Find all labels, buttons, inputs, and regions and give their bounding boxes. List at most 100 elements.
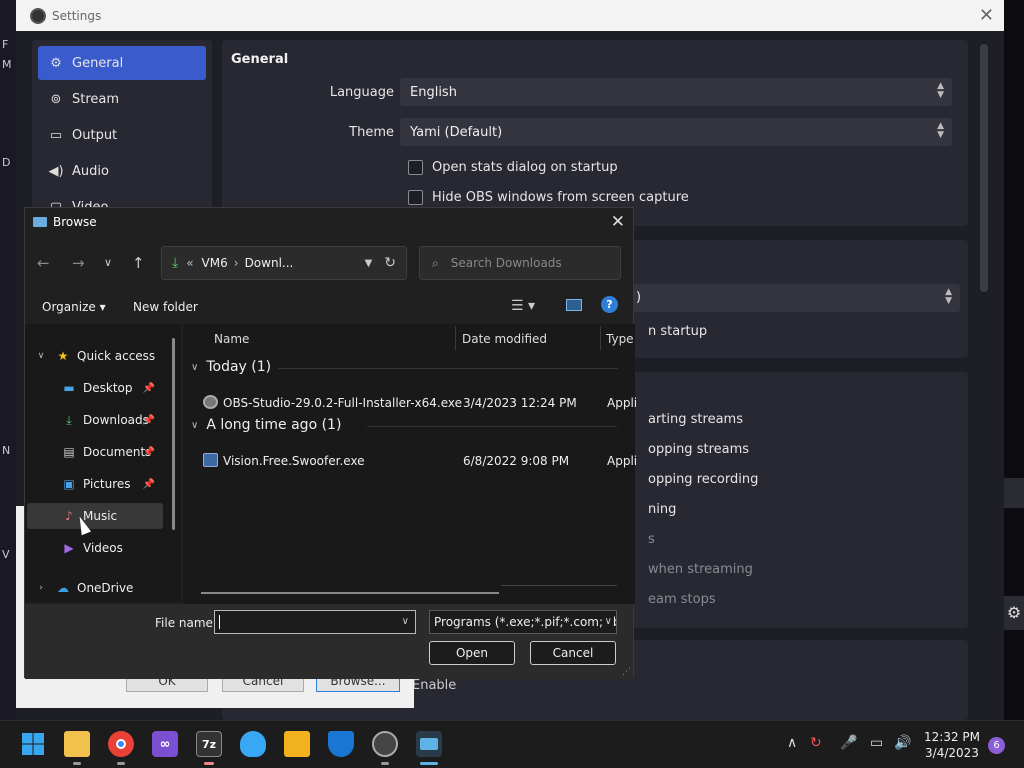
view-options-icon[interactable]: ☰ ▾ <box>511 298 535 314</box>
search-box[interactable]: ⌕ Search Downloads <box>419 246 621 280</box>
obs-icon[interactable] <box>372 731 398 757</box>
nav-item-label: Audio <box>72 163 109 179</box>
option-text[interactable]: opping recording <box>648 472 758 487</box>
browse-dialog-taskbar-icon[interactable] <box>416 731 442 757</box>
sync-icon[interactable]: ↻ <box>810 735 822 751</box>
help-icon[interactable]: ? <box>601 296 618 313</box>
back-arrow-icon[interactable]: ← <box>37 254 50 272</box>
address-segment-downloads[interactable]: Downl... <box>245 256 294 270</box>
desktop-right-edge: ⚙ <box>1004 0 1024 720</box>
recent-chevron-icon[interactable]: ∨ <box>104 256 112 269</box>
nav-item-output[interactable]: ▭ Output <box>38 118 206 152</box>
navigation-pane: ∨ ★ Quick access ▬ Desktop 📌 ⤓ Downloads… <box>25 324 181 602</box>
notification-badge[interactable]: 6 <box>988 737 1005 754</box>
exe-file-icon <box>203 453 218 467</box>
group-header-today[interactable]: ∨ Today (1) <box>191 359 271 375</box>
column-separator[interactable] <box>600 326 601 350</box>
spinner-arrows-icon: ▲ ▼ <box>945 287 952 306</box>
cloud-icon: ☁ <box>57 581 69 595</box>
panel2-text: n startup <box>648 324 708 339</box>
group-header-long-ago[interactable]: ∨ A long time ago (1) <box>191 417 341 433</box>
nav-item-label: Output <box>72 127 118 143</box>
nav-item-general[interactable]: ⚙ General <box>38 46 206 80</box>
running-indicator <box>117 762 125 765</box>
language-select[interactable]: English ▲ ▼ <box>400 78 952 106</box>
up-arrow-icon[interactable]: ↑ <box>132 254 145 272</box>
settings-scrollbar[interactable] <box>980 44 988 292</box>
chevron-down-icon[interactable]: ∨ <box>402 616 409 627</box>
microphone-icon[interactable]: 🎤 <box>840 735 857 751</box>
refresh-icon[interactable]: ↻ <box>384 255 396 271</box>
resize-grip-icon[interactable]: ⋰ <box>622 667 631 677</box>
enable-row[interactable]: Enable <box>412 678 456 693</box>
nav-item-audio[interactable]: ◀) Audio <box>38 154 206 188</box>
browse-toolbar: Organize ▾ New folder ☰ ▾ ? <box>25 294 633 320</box>
preview-pane-icon[interactable] <box>566 299 582 311</box>
cancel-button[interactable]: Cancel <box>530 641 616 665</box>
tree-pictures[interactable]: ▣ Pictures 📌 <box>25 471 163 497</box>
chevron-down-icon[interactable]: ▼ <box>365 258 373 269</box>
address-bar[interactable]: ⤓ « VM6 › Downl... ▼ ↻ <box>161 246 407 280</box>
address-segment-vm6[interactable]: VM6 <box>202 256 228 270</box>
tree-music[interactable]: ♪ Music <box>27 503 163 529</box>
chrome-icon[interactable] <box>108 731 134 757</box>
tree-videos[interactable]: ▶ Videos <box>25 535 163 561</box>
tree-scrollbar[interactable] <box>172 338 175 530</box>
network-icon[interactable]: ▭ <box>870 735 883 751</box>
file-explorer-icon[interactable] <box>64 731 90 757</box>
group-label: A long time ago (1) <box>206 417 342 433</box>
tree-downloads[interactable]: ⤓ Downloads 📌 <box>25 407 163 433</box>
new-folder-button[interactable]: New folder <box>133 300 198 314</box>
file-name-input[interactable]: ∨ <box>214 610 416 634</box>
start-button[interactable] <box>20 731 46 757</box>
hide-obs-checkbox[interactable] <box>408 190 423 205</box>
option-text[interactable]: ning <box>648 502 676 517</box>
spinner-arrows-icon: ▲ ▼ <box>937 121 944 140</box>
system-clock[interactable]: 12:32 PM 3/4/2023 <box>916 729 988 761</box>
volume-icon[interactable]: 🔊 <box>894 735 911 751</box>
window-icon <box>33 217 47 227</box>
visual-studio-icon[interactable]: ∞ <box>152 731 178 757</box>
download-icon: ⤓ <box>172 255 179 271</box>
tree-documents[interactable]: ▤ Documents 📌 <box>25 439 163 465</box>
horizontal-scrollbar[interactable] <box>201 592 499 594</box>
installer-file-icon <box>203 395 218 409</box>
chevron-up-icon[interactable]: ∧ <box>787 735 797 751</box>
defender-icon[interactable] <box>328 731 354 757</box>
file-row-obs-installer[interactable]: OBS-Studio-29.0.2-Full-Installer-x64.exe… <box>183 392 637 414</box>
group-divider <box>278 368 618 369</box>
speaker-icon: ◀) <box>48 163 64 179</box>
open-button[interactable]: Open <box>429 641 515 665</box>
column-type[interactable]: Type <box>606 332 634 346</box>
file-type-select[interactable]: Programs (*.exe;*.pif;*.com;*.ba ∨ <box>429 610 617 634</box>
tree-quick-access[interactable]: ∨ ★ Quick access <box>33 343 173 369</box>
nav-item-stream[interactable]: ⊚ Stream <box>38 82 206 116</box>
store-icon[interactable] <box>284 731 310 757</box>
theme-select[interactable]: Yami (Default) ▲ ▼ <box>400 118 952 146</box>
option-text[interactable]: opping streams <box>648 442 749 457</box>
organize-button[interactable]: Organize ▾ <box>42 300 106 314</box>
nav-item-label: Stream <box>72 91 120 107</box>
file-name-label: File name: <box>155 616 217 630</box>
desktop-letter: M <box>2 58 12 71</box>
option-text[interactable]: arting streams <box>648 412 743 427</box>
tips-icon[interactable] <box>240 731 266 757</box>
column-date-modified[interactable]: Date modified <box>462 332 547 346</box>
desktop-left-edge: F M D N V <box>0 0 16 720</box>
column-name[interactable]: Name <box>214 332 249 346</box>
tree-desktop[interactable]: ▬ Desktop 📌 <box>25 375 163 401</box>
tree-label: Documents <box>83 445 152 459</box>
open-stats-checkbox[interactable] <box>408 160 423 175</box>
7zip-icon[interactable]: 7z <box>196 731 222 757</box>
search-icon: ⌕ <box>432 255 439 270</box>
chevron-down-icon[interactable]: ∨ <box>33 351 49 361</box>
settings-close-icon[interactable]: ✕ <box>979 5 994 26</box>
chevron-right-icon[interactable]: › <box>33 583 49 593</box>
close-icon[interactable]: ✕ <box>611 212 625 232</box>
forward-arrow-icon[interactable]: → <box>72 254 85 272</box>
tree-onedrive[interactable]: › ☁ OneDrive <box>33 575 173 601</box>
theme-value: Yami (Default) <box>410 124 503 140</box>
column-separator[interactable] <box>455 326 456 350</box>
output-select[interactable]: ) ▲ ▼ <box>630 284 960 312</box>
file-row-vision-swoofer[interactable]: Vision.Free.Swoofer.exe 6/8/2022 9:08 PM… <box>183 450 637 472</box>
